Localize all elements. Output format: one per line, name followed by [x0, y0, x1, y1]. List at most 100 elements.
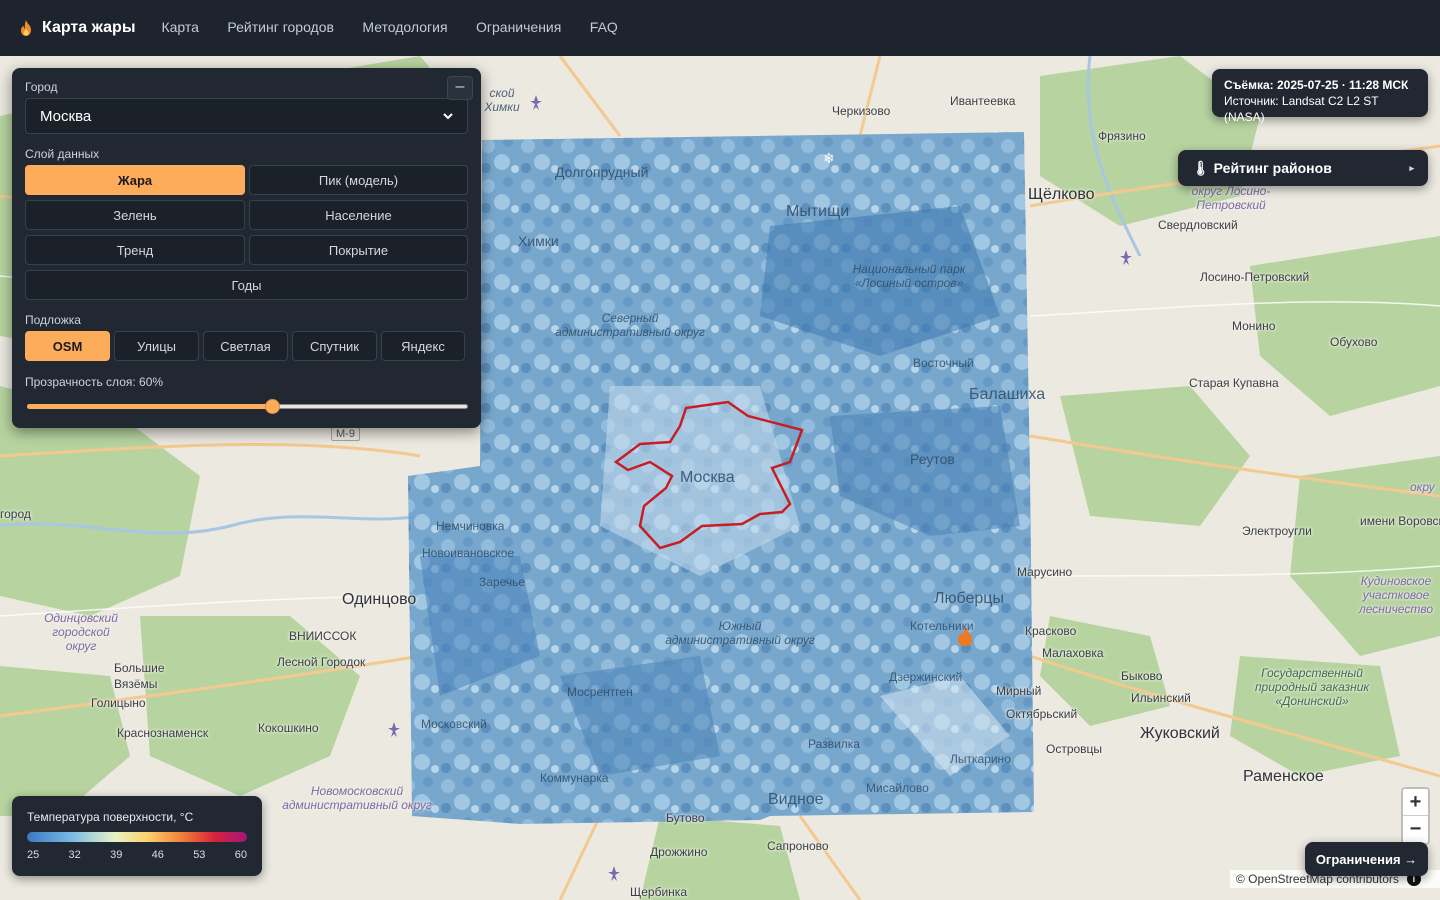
map-label-shchyolkovo: Щёлково — [1028, 186, 1095, 203]
nav-faq[interactable]: FAQ — [590, 19, 618, 35]
map-label-bykovo: Быково — [1121, 669, 1163, 683]
map-label-moskovsky: Московский — [421, 717, 487, 731]
map-label-butovo: Бутово — [666, 811, 705, 825]
map-label-gorod: город — [0, 507, 31, 521]
map-label-monino: Монино — [1232, 319, 1276, 333]
map-label-lytkarino: Лыткарино — [950, 752, 1011, 766]
map-label-okrug-right: окру — [1410, 480, 1435, 494]
layer-label: Слой данных — [25, 147, 100, 161]
nav-methodology[interactable]: Методология — [362, 19, 447, 35]
opacity-label: Прозрачность слоя: 60% — [25, 375, 164, 389]
map-label-ao-south: Южный административный округ — [665, 619, 815, 647]
brand[interactable]: Карта жары — [18, 19, 135, 37]
nav-city-ranking[interactable]: Рейтинг городов — [227, 19, 334, 35]
layer-coverage-button[interactable]: Покрытие — [249, 235, 468, 265]
zoom-in-button[interactable]: + — [1403, 789, 1428, 816]
layer-years-button[interactable]: Годы — [25, 270, 468, 300]
legend-tick: 32 — [68, 849, 81, 861]
layer-heat-button[interactable]: Жара — [25, 165, 245, 195]
nav-map[interactable]: Карта — [161, 19, 198, 35]
opacity-slider-fill — [27, 404, 271, 409]
map-label-mytishchi: Мытищи — [786, 203, 850, 220]
basemap-streets-button[interactable]: Улицы — [114, 331, 199, 361]
map-label-mosrentgen: Мосрентген — [567, 685, 633, 699]
legend-tick: 46 — [151, 849, 164, 861]
map-label-zhukovsky: Жуковский — [1140, 725, 1220, 742]
map-label-vorovskogo: имени Воровского — [1360, 514, 1440, 528]
city-select[interactable]: Москва — [25, 98, 468, 134]
map-label-shcherbinka: Щербинка — [630, 885, 687, 899]
layer-buttons: Жара Пик (модель) Зелень Население Тренд… — [25, 165, 468, 300]
map-label-ao-odintsovo: Одинцовский городской округ — [44, 611, 118, 653]
map-label-kotelniki: Котельники — [910, 619, 974, 633]
source-line: Источник: Landsat C2 L2 ST (NASA) — [1224, 93, 1416, 125]
map-label-elektrougli: Электроугли — [1242, 524, 1312, 538]
map-label-misailovo: Мисайлово — [866, 781, 929, 795]
layer-greenery-button[interactable]: Зелень — [25, 200, 245, 230]
map-label-dolgoprudny: Долгопрудный — [555, 164, 649, 180]
layer-control-panel: Город – Москва Слой данных Жара Пик (мод… — [12, 68, 481, 428]
capture-label: Съёмка: — [1224, 78, 1274, 92]
map-label-moscow: Москва — [680, 469, 735, 486]
map-label-marusino: Марусино — [1017, 565, 1073, 579]
map-label-krasnoznamensk: Краснознаменск — [117, 726, 209, 740]
map-label-golitsyno: Голицыно — [91, 696, 146, 710]
map-label-ramenskoe: Раменское — [1243, 768, 1324, 785]
legend-ticks: 25 32 39 46 53 60 — [27, 849, 247, 861]
map-label-kommunarka: Коммунарка — [540, 771, 609, 785]
map-label-lesnoy: Лесной Городок — [277, 655, 366, 669]
basemap-satellite-button[interactable]: Спутник — [292, 331, 377, 361]
zoom-out-button[interactable]: − — [1403, 816, 1428, 843]
basemap-light-button[interactable]: Светлая — [203, 331, 288, 361]
map-label-ao-novomoskovsky: Новомосковский административный округ — [282, 784, 432, 812]
nav-limitations[interactable]: Ограничения — [476, 19, 561, 35]
map-label-razvilka: Развилка — [808, 737, 860, 751]
legend-tick: 39 — [110, 849, 123, 861]
map-label-odintsovo: Одинцово — [342, 591, 417, 608]
map-label-khimki-ao: ской Химки — [484, 86, 520, 114]
map-label-vidnoe: Видное — [768, 791, 824, 808]
map-label-ivanteevka: Ивантеевка — [950, 94, 1016, 108]
district-ranking-button[interactable]: 🌡 Рейтинг районов ▸ — [1178, 150, 1428, 186]
map-label-kokoshkino: Кокошкино — [258, 721, 319, 735]
opacity-slider[interactable] — [25, 399, 468, 414]
city-select-value: Москва — [40, 107, 92, 125]
basemap-yandex-button[interactable]: Яндекс — [381, 331, 465, 361]
map-label-lyubertsy: Люберцы — [934, 590, 1004, 607]
layer-trend-button[interactable]: Тренд — [25, 235, 245, 265]
map-label-sverdlovsky: Свердловский — [1158, 218, 1238, 232]
legend-tick: 25 — [27, 849, 40, 861]
district-ranking-label: 🌡 Рейтинг районов — [1192, 159, 1332, 176]
collapse-panel-button[interactable]: – — [447, 76, 473, 100]
limitations-button[interactable]: Ограничения → — [1305, 842, 1428, 876]
legend-tick: 60 — [234, 849, 247, 861]
map-label-losino-okrug: округ Лосино-Петровский — [1191, 184, 1271, 212]
map-label-losino: Лосино-Петровский — [1200, 270, 1310, 284]
snowflake-icon: ❄ — [823, 151, 835, 167]
flame-icon — [21, 20, 31, 36]
map-label-kupavna: Старая Купавна — [1189, 376, 1279, 390]
top-navbar: Карта жары Карта Рейтинг городов Методол… — [0, 0, 1440, 56]
opacity-slider-thumb[interactable] — [265, 399, 280, 414]
map-label-cherkizovo: Черкизово — [832, 104, 891, 118]
layer-population-button[interactable]: Население — [249, 200, 468, 230]
source-label: Источник: — [1224, 94, 1279, 108]
city-label: Город — [25, 80, 58, 94]
basemap-label: Подложка — [25, 313, 81, 327]
road-shield-m9: М-9 — [331, 427, 360, 441]
map-label-dzerzhinsky: Дзержинский — [889, 670, 963, 684]
legend-title: Температура поверхности, °C — [27, 810, 194, 824]
map-label-reserve: Государственный природный заказник «Дони… — [1254, 666, 1370, 708]
map-label-drozhzhino: Дрожжино — [650, 845, 708, 859]
basemap-osm-button[interactable]: OSM — [25, 331, 110, 361]
map-label-saprono: Сапроново — [767, 839, 829, 853]
capture-value: 2025-07-25 · 11:28 МСК — [1276, 78, 1409, 92]
map-label-oktyabrsky: Октябрьский — [1006, 707, 1078, 721]
map-label-kudinovo: Кудиновское участковое лесничество — [1358, 574, 1433, 616]
map-label-ilinsky: Ильинский — [1131, 691, 1191, 705]
map-label-zarechye: Заречье — [479, 575, 526, 589]
map-label-obukhovo: Обухово — [1330, 335, 1378, 349]
legend-tick: 53 — [193, 849, 206, 861]
layer-peak-model-button[interactable]: Пик (модель) — [249, 165, 468, 195]
temperature-legend: Температура поверхности, °C 25 32 39 46 … — [12, 796, 262, 876]
